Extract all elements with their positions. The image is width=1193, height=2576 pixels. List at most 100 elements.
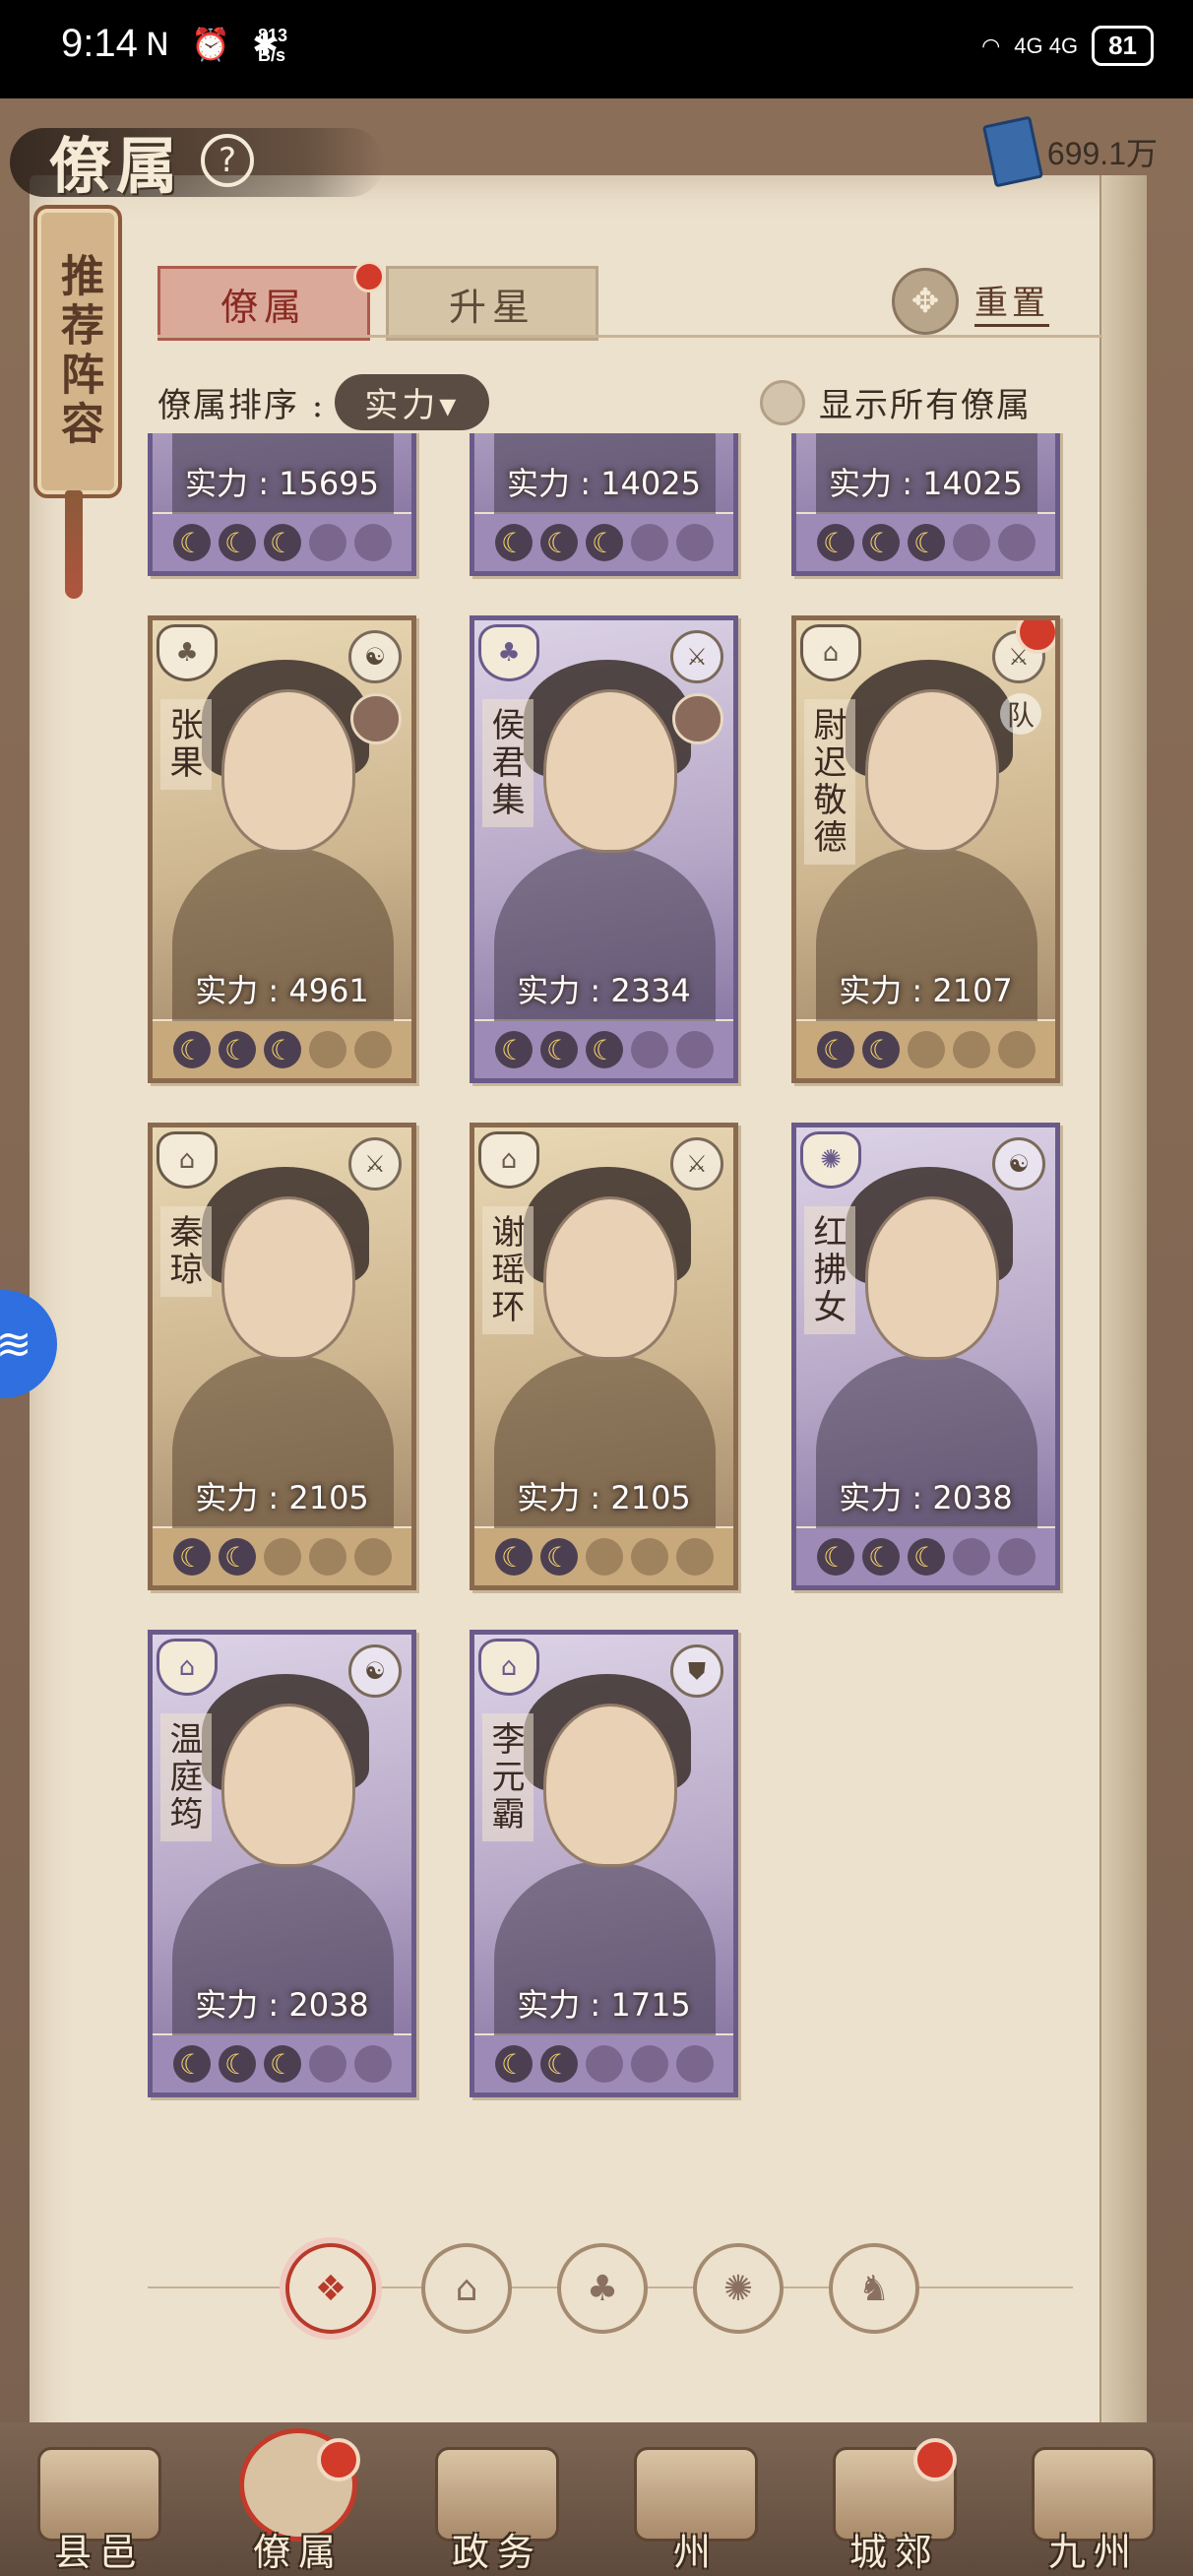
moon-star-filled-icon: ☾	[861, 524, 900, 561]
nav-item[interactable]: 政务	[413, 2428, 581, 2576]
sort-dropdown[interactable]: 实力▾	[335, 374, 490, 430]
moon-star-filled-icon: ☾	[263, 1031, 301, 1068]
moon-star-filled-icon: ☾	[172, 524, 211, 561]
tab-label: 升星	[448, 285, 535, 329]
card-name: 张果	[160, 699, 212, 790]
moon-star-filled-icon: ☾	[172, 2045, 211, 2083]
tab-subordinates[interactable]: 僚属	[157, 261, 385, 341]
nav-label: 州	[672, 2531, 719, 2574]
subordinate-card[interactable]: ⌂⚔队尉迟敬德实力 : 2107☾☾☾☾☾	[791, 615, 1060, 1083]
moon-star-filled-icon: ☾	[494, 1538, 533, 1576]
portrait-face	[221, 1196, 355, 1360]
power-value: 2105	[288, 1479, 369, 1516]
moon-star-empty-icon: ☾	[630, 2045, 668, 2083]
moon-star-empty-icon: ☾	[353, 524, 392, 561]
role-icon: ⌂	[157, 1639, 218, 1696]
power-value: 14025	[922, 465, 1023, 502]
help-icon[interactable]: ?	[201, 134, 255, 187]
tab-divider	[157, 335, 1102, 338]
floating-assistant-icon: ≋	[0, 1319, 32, 1370]
subordinate-grid: ⌂娘实力 : 15695☾☾☾☾☾⌂儿实力 : 14025☾☾☾☾☾⌂实力 : …	[148, 433, 1073, 2097]
linked-avatar	[350, 693, 402, 744]
moon-star-filled-icon: ☾	[539, 2045, 578, 2083]
faction-filter-button[interactable]: ❖	[285, 2243, 376, 2334]
nav-item[interactable]: 城郊	[811, 2428, 978, 2576]
subordinate-card[interactable]: ♣⚔侯君集实力 : 2334☾☾☾☾☾	[470, 615, 738, 1083]
subordinate-card[interactable]: ⌂⚔秦琼实力 : 2105☾☾☾☾☾	[148, 1123, 416, 1590]
reset-button[interactable]: ✥ 重置	[892, 268, 1049, 335]
nav-item[interactable]: 州	[612, 2428, 780, 2576]
subordinate-card[interactable]: ⌂娘实力 : 15695☾☾☾☾☾	[148, 433, 416, 576]
star-row: ☾☾☾☾☾	[796, 1021, 1055, 1078]
nav-label: 县邑	[53, 2531, 145, 2574]
tab-label: 僚属	[220, 285, 307, 329]
power-prefix: 实力 :	[507, 465, 601, 502]
card-power: 实力 : 4961	[153, 966, 411, 1011]
card-power: 实力 : 2038	[153, 1980, 411, 2026]
role-icon: ⌂	[478, 1639, 539, 1696]
star-row: ☾☾☾☾☾	[796, 1528, 1055, 1585]
portrait-robe	[816, 1354, 1037, 1551]
moon-star-filled-icon: ☾	[539, 1031, 578, 1068]
portrait-face	[865, 689, 999, 853]
subordinate-card[interactable]: ⌂儿实力 : 14025☾☾☾☾☾	[470, 433, 738, 576]
reset-label: 重置	[974, 276, 1049, 327]
show-all-toggle[interactable]: 显示所有僚属	[760, 378, 1032, 426]
nav-item[interactable]: 僚属	[215, 2428, 382, 2576]
faction-filter-button[interactable]: ♣	[557, 2243, 648, 2334]
attribute-icon: ⚔	[670, 1137, 723, 1191]
card-power: 实力 : 2038	[796, 1473, 1055, 1518]
power-prefix: 实力 :	[195, 1986, 289, 2024]
portrait-face	[221, 1704, 355, 1867]
nav-item[interactable]: 县邑	[16, 2428, 183, 2576]
wifi-icon: ◠	[981, 32, 1001, 58]
recommend-lineup-button[interactable]: 推荐阵容	[33, 205, 122, 498]
card-name: 侯君集	[482, 699, 534, 827]
moon-star-empty-icon: ☾	[585, 2045, 623, 2083]
subordinate-card[interactable]: ⌂☯温庭筠实力 : 2038☾☾☾☾☾	[148, 1630, 416, 2097]
battery-indicator: 81	[1092, 26, 1154, 66]
tab-star-up[interactable]: 升星	[386, 266, 598, 341]
moon-star-filled-icon: ☾	[172, 1031, 211, 1068]
currency-value: 699.1万	[1046, 136, 1158, 171]
role-icon: ♣	[478, 624, 539, 681]
bottom-navigation: 县邑 僚属 政务 州 城郊 九州	[0, 2422, 1193, 2576]
star-row: ☾☾☾☾☾	[153, 2035, 411, 2093]
moon-star-empty-icon: ☾	[675, 1031, 714, 1068]
status-right: ◠ 4G 4G 81	[981, 26, 1154, 66]
card-power: 实力 : 1715	[474, 1980, 733, 2026]
subordinate-card[interactable]: ⌂⚔谢瑶环实力 : 2105☾☾☾☾☾	[470, 1123, 738, 1590]
portrait-face	[221, 689, 355, 853]
subordinate-card[interactable]: ♣☯张果实力 : 4961☾☾☾☾☾	[148, 615, 416, 1083]
role-icon: ✺	[800, 1131, 861, 1189]
star-row: ☾☾☾☾☾	[474, 514, 733, 571]
subordinate-list[interactable]: ⌂娘实力 : 15695☾☾☾☾☾⌂儿实力 : 14025☾☾☾☾☾⌂实力 : …	[148, 433, 1073, 2196]
faction-filter-button[interactable]: ✺	[693, 2243, 784, 2334]
power-value: 2105	[610, 1479, 691, 1516]
card-name: 李元霸	[482, 1713, 534, 1841]
subordinate-card[interactable]: ⌂实力 : 14025☾☾☾☾☾	[791, 433, 1060, 576]
currency-display[interactable]: 699.1万	[981, 115, 1158, 188]
moon-star-empty-icon: ☾	[630, 1031, 668, 1068]
moon-star-empty-icon: ☾	[952, 1031, 990, 1068]
faction-filter-button[interactable]: ♞	[829, 2243, 919, 2334]
moon-star-empty-icon: ☾	[675, 1538, 714, 1576]
moon-star-empty-icon: ☾	[585, 1538, 623, 1576]
show-all-radio[interactable]	[760, 379, 805, 425]
power-prefix: 实力 :	[195, 972, 289, 1009]
power-value: 2038	[288, 1986, 369, 2024]
portrait-robe	[172, 1354, 394, 1551]
star-row: ☾☾☾☾☾	[474, 1021, 733, 1078]
moon-star-filled-icon: ☾	[907, 524, 945, 561]
moon-star-filled-icon: ☾	[263, 524, 301, 561]
nav-label: 政务	[451, 2531, 542, 2574]
attribute-icon: ☯	[348, 1644, 402, 1698]
moon-star-filled-icon: ☾	[861, 1031, 900, 1068]
power-prefix: 实力 :	[195, 1479, 289, 1516]
portrait-robe	[494, 1354, 716, 1551]
nav-item[interactable]: 九州	[1010, 2428, 1177, 2576]
subordinate-card[interactable]: ⌂⛊李元霸实力 : 1715☾☾☾☾☾	[470, 1630, 738, 2097]
faction-filter-button[interactable]: ⌂	[421, 2243, 512, 2334]
moon-star-filled-icon: ☾	[816, 1031, 854, 1068]
subordinate-card[interactable]: ✺☯红拂女实力 : 2038☾☾☾☾☾	[791, 1123, 1060, 1590]
